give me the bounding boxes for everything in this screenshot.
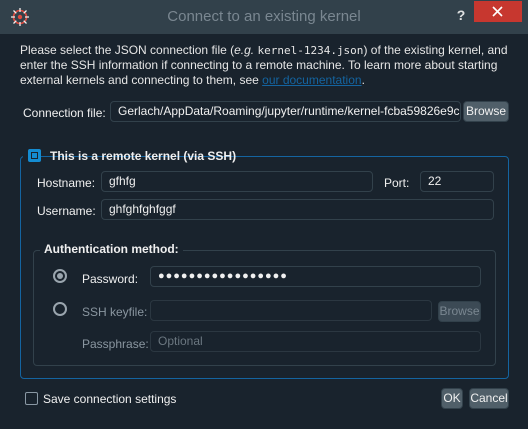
close-icon	[492, 6, 503, 17]
port-label: Port:	[384, 176, 410, 190]
documentation-link[interactable]: our documentation	[262, 73, 361, 87]
authentication-method-title: Authentication method:	[40, 242, 183, 256]
browse-keyfile-button[interactable]: Browse	[438, 301, 481, 322]
hostname-label: Hostname:	[37, 176, 96, 190]
ssh-keyfile-label: SSH keyfile:	[82, 305, 148, 319]
password-input[interactable]: ●●●●●●●●●●●●●●●●●	[150, 266, 481, 287]
ok-button[interactable]: OK	[441, 388, 463, 409]
username-label: Username:	[37, 204, 96, 218]
intro-text: Please select the JSON connection file (…	[20, 43, 508, 87]
cancel-button[interactable]: Cancel	[469, 388, 509, 409]
ssh-keyfile-radio[interactable]	[53, 302, 67, 316]
hostname-input[interactable]: gfhfg	[101, 171, 373, 192]
example-filename: kernel-1234.json	[257, 44, 364, 57]
help-button[interactable]: ?	[450, 4, 472, 26]
passphrase-input[interactable]: Optional	[150, 331, 481, 352]
save-settings-checkbox[interactable]	[25, 392, 38, 405]
title-bar: Connect to an existing kernel ?	[0, 0, 528, 34]
browse-connection-button[interactable]: Browse	[463, 101, 509, 122]
username-input[interactable]: ghfghfghfggf	[101, 199, 494, 220]
remote-kernel-checkbox[interactable]	[28, 149, 41, 162]
port-input[interactable]: 22	[420, 171, 494, 192]
password-label: Password:	[82, 272, 139, 286]
connection-file-label: Connection file:	[23, 106, 106, 120]
remote-kernel-label: This is a remote kernel (via SSH)	[50, 149, 237, 163]
window-title: Connect to an existing kernel	[167, 8, 361, 25]
ssh-group-header: This is a remote kernel (via SSH)	[23, 146, 236, 166]
close-button[interactable]	[474, 1, 522, 22]
save-settings-label: Save connection settings	[43, 392, 177, 406]
passphrase-label: Passphrase:	[82, 337, 149, 351]
password-radio[interactable]	[53, 269, 67, 283]
connection-file-input[interactable]: Gerlach/AppData/Roaming/jupyter/runtime/…	[110, 101, 461, 122]
ssh-keyfile-input[interactable]	[150, 300, 432, 321]
